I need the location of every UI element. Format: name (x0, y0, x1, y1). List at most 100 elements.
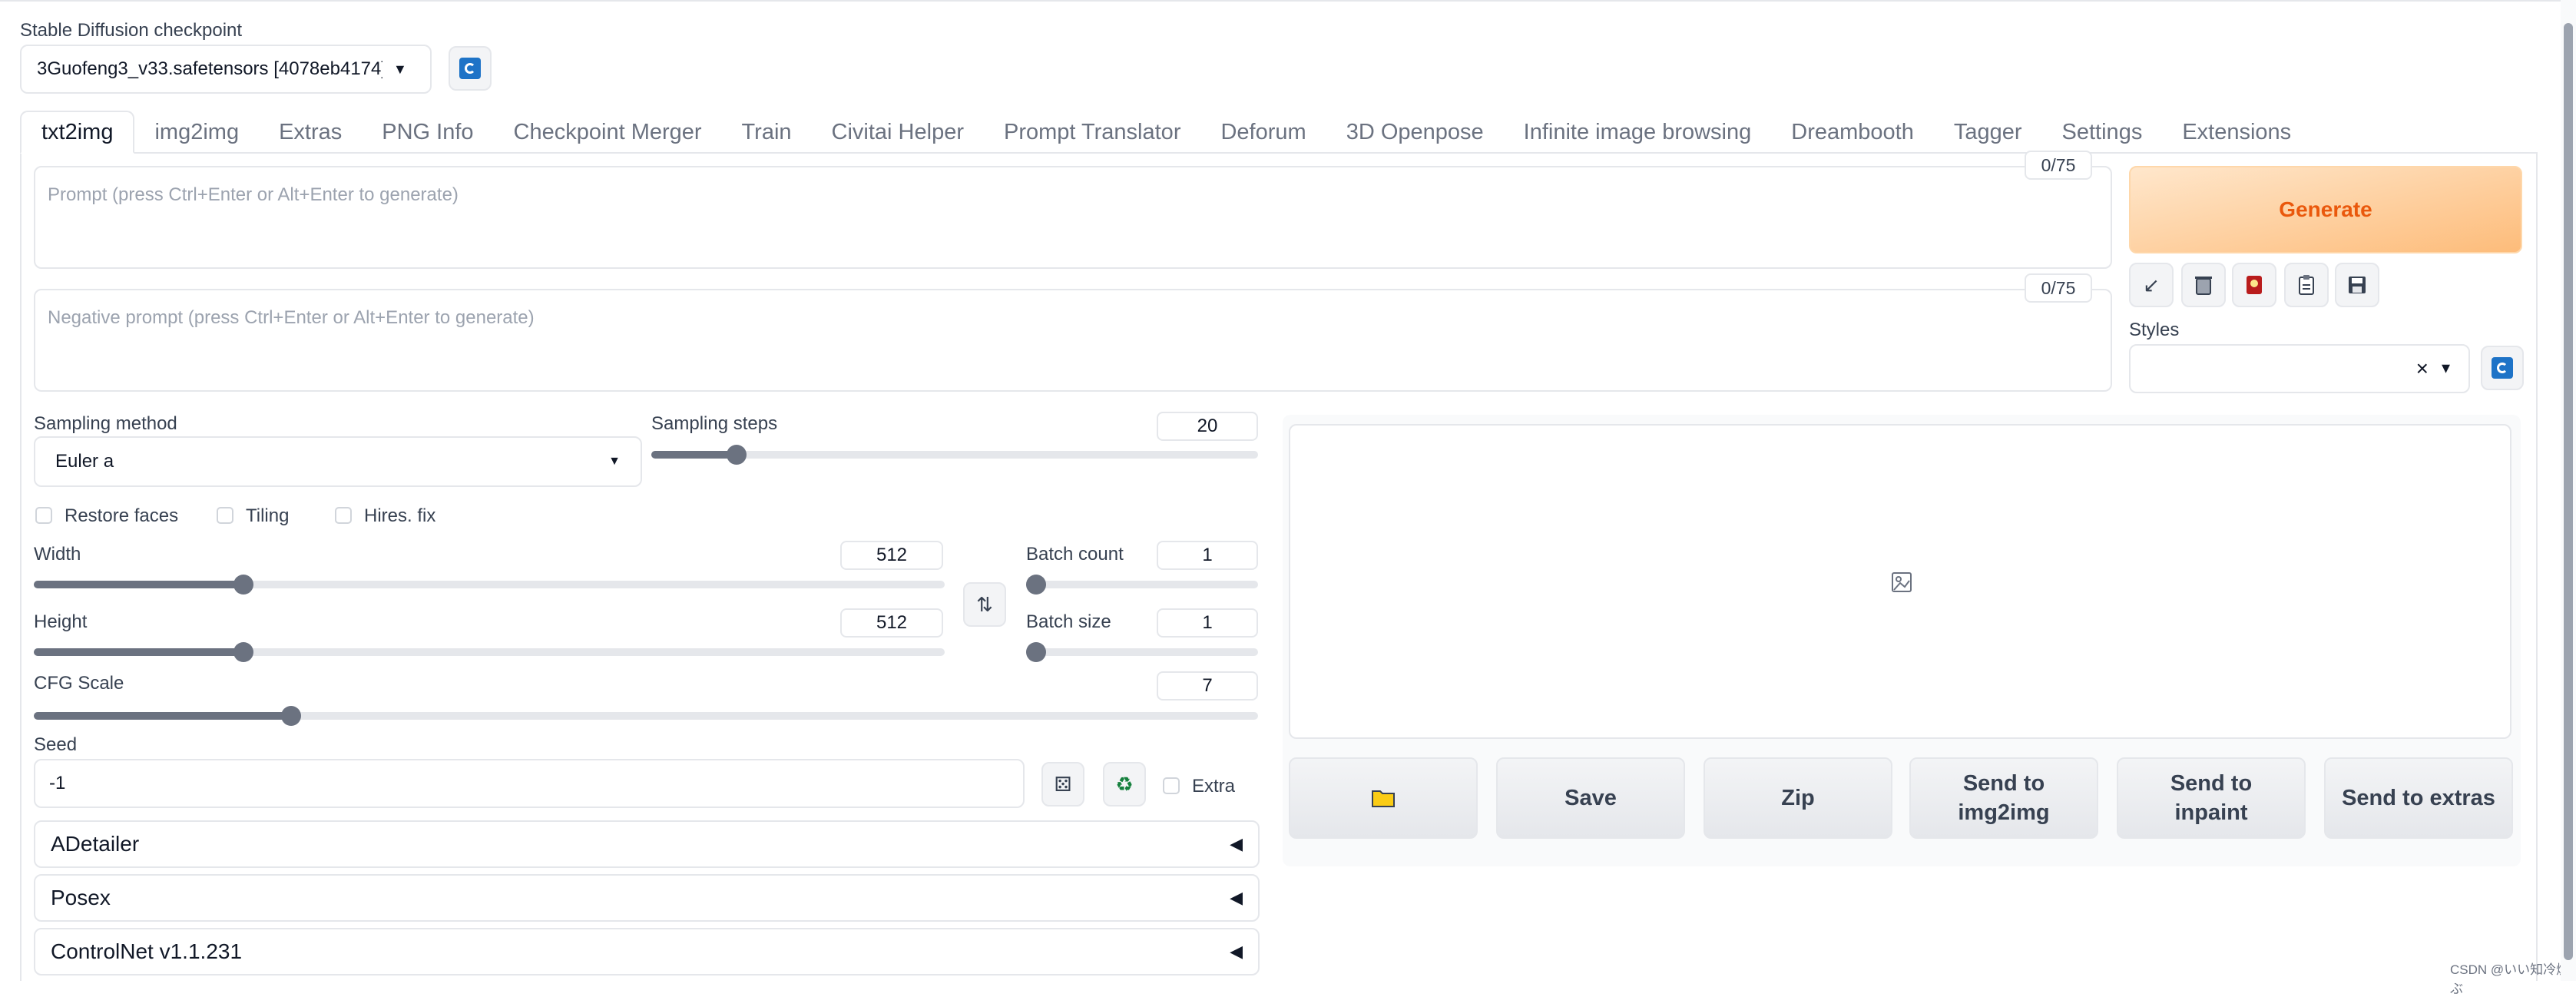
read-params-button[interactable]: ↙ (2129, 263, 2174, 307)
tab-train[interactable]: Train (722, 111, 812, 154)
refresh-checkpoint-button[interactable] (449, 46, 492, 91)
generate-button[interactable]: Generate (2129, 166, 2522, 253)
swap-dimensions-button[interactable]: ⇅ (963, 582, 1006, 627)
card-icon (2247, 276, 2262, 294)
sampling-steps-input[interactable]: 20 (1157, 412, 1258, 441)
cfg-scale-slider[interactable] (34, 706, 1258, 726)
tab-checkpoint-merger[interactable]: Checkpoint Merger (494, 111, 722, 154)
hires-fix-label: Hires. fix (364, 505, 436, 526)
hires-fix-checkbox[interactable] (335, 507, 352, 524)
cfg-scale-input[interactable]: 7 (1157, 671, 1258, 701)
tab-tagger[interactable]: Tagger (1934, 111, 2042, 154)
tab-civitai-helper[interactable]: Civitai Helper (812, 111, 984, 154)
extra-seed-label: Extra (1192, 776, 1236, 797)
tab-txt2img[interactable]: txt2img (20, 111, 135, 154)
seed-value: -1 (49, 773, 66, 793)
sampling-method-select[interactable]: Euler a ▼ (34, 436, 642, 487)
send-to-img2img-button[interactable]: Send to img2img (1909, 757, 2098, 839)
tiling-checkbox[interactable] (217, 507, 233, 524)
save-button[interactable]: Save (1496, 757, 1685, 839)
accordion-posex[interactable]: Posex ◀ (34, 874, 1260, 922)
accordion-controlnet[interactable]: ControlNet v1.1.231 ◀ (34, 928, 1260, 975)
save-icon (2349, 277, 2366, 293)
prompt-input[interactable]: Prompt (press Ctrl+Enter or Alt+Enter to… (34, 166, 2112, 269)
save-style-button[interactable] (2335, 263, 2379, 307)
prompt-placeholder: Prompt (press Ctrl+Enter or Alt+Enter to… (48, 184, 459, 205)
slider-thumb[interactable] (726, 445, 747, 465)
batch-count-slider[interactable] (1026, 575, 1258, 595)
prompt-token-counter: 0/75 (2025, 151, 2092, 180)
refresh-icon (2492, 357, 2513, 379)
width-input[interactable]: 512 (840, 541, 943, 570)
send-to-inpaint-button[interactable]: Send to inpaint (2117, 757, 2306, 839)
collapse-arrow-icon: ◀ (1230, 888, 1243, 907)
styles-label: Styles (2129, 320, 2180, 340)
zip-button[interactable]: Zip (1704, 757, 1892, 839)
accordion-label: ControlNet v1.1.231 (51, 939, 243, 963)
checkpoint-label: Stable Diffusion checkpoint (20, 20, 243, 41)
restore-faces-checkbox[interactable] (35, 507, 52, 524)
tab-img2img[interactable]: img2img (134, 111, 259, 154)
refresh-styles-button[interactable] (2481, 346, 2524, 390)
checkpoint-value: 3Guofeng3_v33.safetensors [4078eb4174] (37, 58, 382, 79)
height-input[interactable]: 512 (840, 608, 943, 638)
tab-prompt-translator[interactable]: Prompt Translator (984, 111, 1200, 154)
tab-dreambooth[interactable]: Dreambooth (1771, 111, 1934, 154)
apply-style-button[interactable] (2284, 263, 2329, 307)
top-border (0, 0, 2576, 2)
sampling-steps-label: Sampling steps (651, 413, 778, 434)
width-slider[interactable] (34, 575, 945, 595)
restore-faces-label: Restore faces (65, 505, 179, 526)
slider-thumb[interactable] (1026, 575, 1046, 595)
clipboard-icon (2299, 275, 2314, 295)
tab-bar: txt2img img2img Extras PNG Info Checkpoint M… (20, 111, 2311, 154)
tab-3d-openpose[interactable]: 3D Openpose (1326, 111, 1504, 154)
scrollbar-thumb[interactable] (2564, 23, 2573, 960)
sampling-method-label: Sampling method (34, 413, 177, 434)
tab-extensions[interactable]: Extensions (2162, 111, 2311, 154)
tab-settings[interactable]: Settings (2042, 111, 2163, 154)
height-slider[interactable] (34, 642, 945, 662)
recycle-icon: ♻ (1115, 772, 1134, 796)
negative-prompt-token-counter: 0/75 (2025, 273, 2092, 303)
arrow-icon: ↙ (2143, 273, 2160, 296)
batch-count-input[interactable]: 1 (1157, 541, 1258, 570)
tab-png-info[interactable]: PNG Info (362, 111, 493, 154)
checkpoint-select[interactable]: 3Guofeng3_v33.safetensors [4078eb4174] ▼ (20, 45, 432, 94)
slider-fill (34, 712, 291, 720)
slider-thumb[interactable] (233, 575, 253, 595)
tab-infinite-image-browsing[interactable]: Infinite image browsing (1504, 111, 1772, 154)
tab-extras[interactable]: Extras (259, 111, 362, 154)
slider-thumb[interactable] (233, 642, 253, 662)
random-seed-button[interactable]: ⚄ (1041, 762, 1084, 807)
batch-size-input[interactable]: 1 (1157, 608, 1258, 638)
send-to-extras-button[interactable]: Send to extras (2324, 757, 2513, 839)
open-folder-button[interactable] (1289, 757, 1478, 839)
slider-thumb[interactable] (280, 706, 301, 726)
batch-size-slider[interactable] (1026, 642, 1258, 662)
width-label: Width (34, 544, 81, 565)
reuse-seed-button[interactable]: ♻ (1103, 762, 1146, 807)
styles-select[interactable]: × ▾ (2129, 344, 2470, 393)
slider-fill (651, 451, 737, 459)
show-extra-networks-button[interactable] (2232, 263, 2276, 307)
sampling-steps-slider[interactable] (651, 445, 1258, 465)
batch-size-label: Batch size (1026, 611, 1111, 632)
image-placeholder-icon (1892, 572, 1912, 592)
trash-icon (2195, 277, 2212, 295)
negative-prompt-placeholder: Negative prompt (press Ctrl+Enter or Alt… (48, 307, 535, 328)
extra-seed-checkbox[interactable] (1163, 777, 1180, 794)
watermark: CSDN @いい知冷煖ぶ (2450, 962, 2570, 996)
accordion-adetailer[interactable]: ADetailer ◀ (34, 820, 1260, 868)
seed-input[interactable]: -1 (34, 759, 1025, 808)
clear-prompt-button[interactable] (2181, 263, 2226, 307)
slider-thumb[interactable] (1026, 642, 1046, 662)
folder-icon (1372, 790, 1395, 807)
collapse-arrow-icon: ◀ (1230, 834, 1243, 853)
tab-deforum[interactable]: Deforum (1200, 111, 1326, 154)
chevron-down-icon: ▼ (393, 61, 407, 77)
clear-icon[interactable]: × (2416, 356, 2429, 381)
negative-prompt-input[interactable]: Negative prompt (press Ctrl+Enter or Alt… (34, 289, 2112, 392)
collapse-arrow-icon: ◀ (1230, 942, 1243, 961)
swap-icon: ⇅ (976, 592, 993, 616)
